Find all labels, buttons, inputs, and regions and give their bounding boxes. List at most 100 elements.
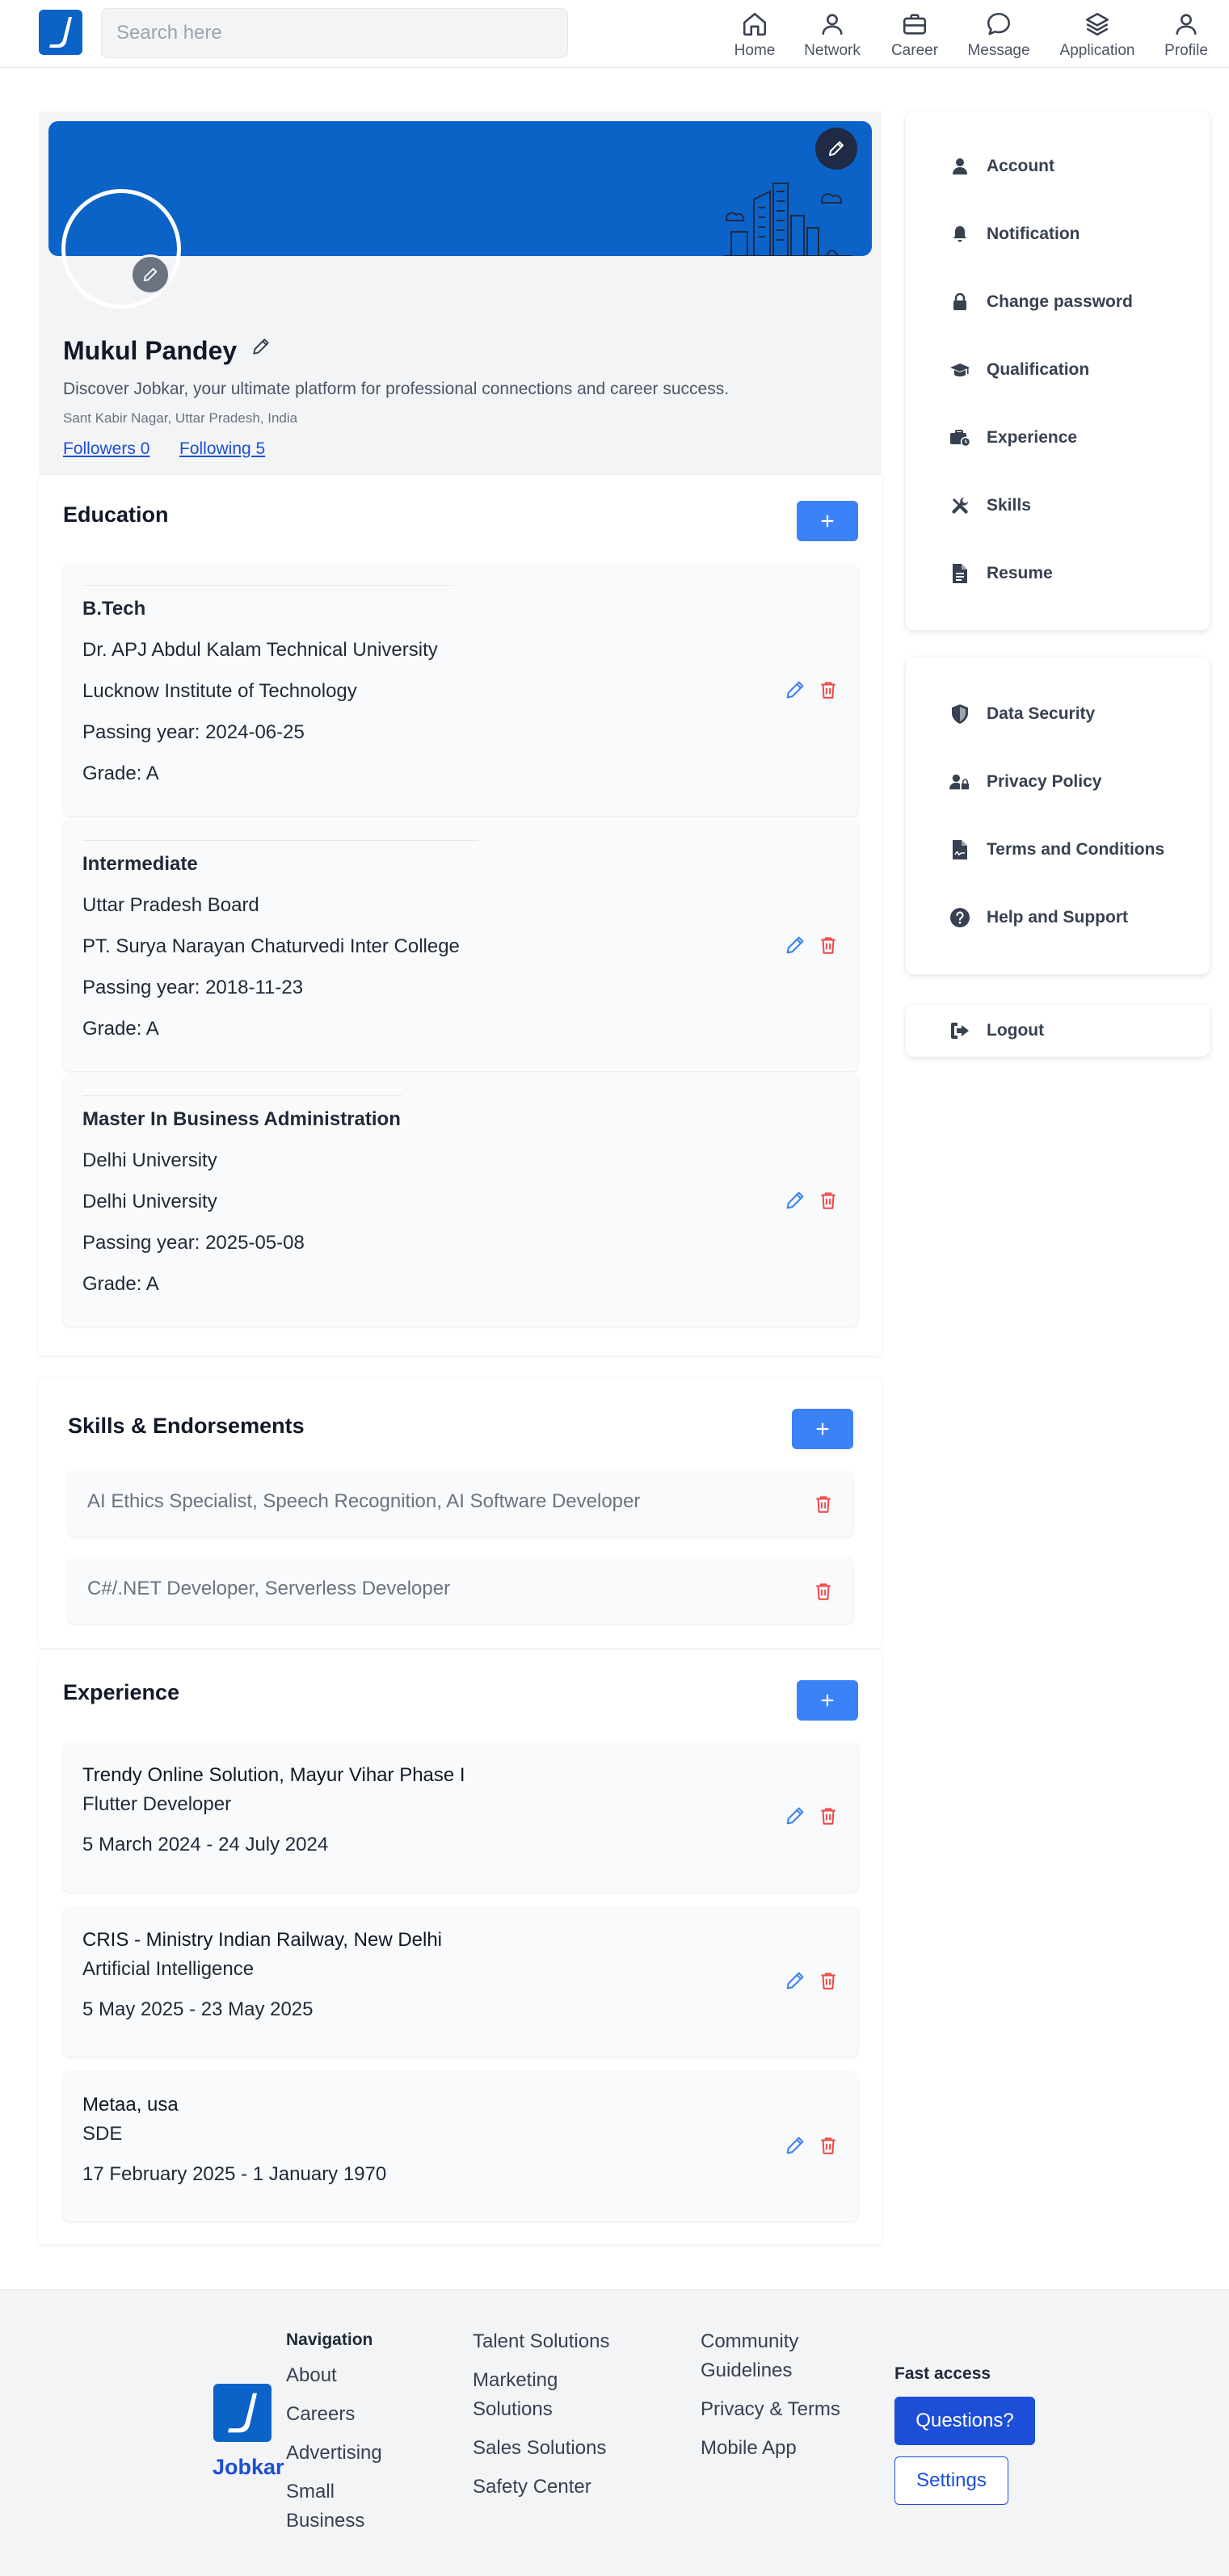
skill-text: C#/.NET Developer, Serverless Developer bbox=[87, 1578, 451, 1599]
jobkar-logo[interactable] bbox=[213, 2384, 271, 2442]
sidebar-item-help[interactable]: Help and Support bbox=[949, 903, 1128, 932]
city-illustration-icon bbox=[723, 167, 852, 256]
sidebar-item-resume[interactable]: Resume bbox=[949, 559, 1053, 588]
experience-item: Metaa, usa SDE 17 February 2025 - 1 Janu… bbox=[63, 2071, 858, 2221]
nav-message[interactable]: Message bbox=[965, 8, 1033, 60]
footer-link-privacy-terms[interactable]: Privacy & Terms bbox=[701, 2395, 840, 2424]
pencil-icon bbox=[786, 681, 804, 699]
sidebar-item-terms[interactable]: Terms and Conditions bbox=[949, 835, 1164, 864]
nav-profile[interactable]: Profile bbox=[1160, 8, 1212, 60]
sidebar-item-privacy-policy[interactable]: Privacy Policy bbox=[949, 767, 1101, 796]
trash-icon bbox=[816, 1583, 831, 1600]
footer-link-talent-solutions[interactable]: Talent Solutions bbox=[473, 2327, 609, 2356]
edit-experience-button[interactable] bbox=[784, 1805, 806, 1827]
cover-edit-button[interactable] bbox=[815, 128, 857, 170]
graduation-cap-icon bbox=[949, 359, 970, 380]
followers-link[interactable]: Followers 0 bbox=[63, 439, 149, 459]
edit-experience-button[interactable] bbox=[784, 2134, 806, 2157]
trash-icon bbox=[816, 1496, 831, 1513]
education-institute: PT. Surya Narayan Chaturvedi Inter Colle… bbox=[82, 935, 460, 957]
avatar-edit-button[interactable] bbox=[130, 254, 170, 295]
footer-link-advertising[interactable]: Advertising bbox=[286, 2439, 382, 2468]
following-link[interactable]: Following 5 bbox=[179, 439, 265, 459]
delete-education-button[interactable] bbox=[818, 679, 839, 701]
top-navbar: Home Network Career Message Application … bbox=[0, 0, 1229, 68]
delete-experience-button[interactable] bbox=[818, 1805, 839, 1827]
footer-nav-heading: Navigation bbox=[286, 2330, 373, 2349]
sidebar-item-skills[interactable]: Skills bbox=[949, 491, 1031, 520]
education-degree: Master In Business Administration bbox=[82, 1108, 401, 1130]
jobkar-logo[interactable] bbox=[39, 10, 82, 55]
sidebar-item-experience[interactable]: Experience bbox=[949, 423, 1077, 452]
delete-skill-button[interactable] bbox=[813, 1493, 834, 1515]
sidebar-item-label: Resume bbox=[987, 564, 1053, 582]
footer-link-community-guidelines[interactable]: Community Guidelines bbox=[701, 2327, 838, 2385]
settings-button[interactable]: Settings bbox=[894, 2456, 1008, 2505]
legal-menu: Data Security Privacy Policy Terms and C… bbox=[906, 658, 1210, 974]
user-icon bbox=[1170, 8, 1202, 40]
sidebar-item-account[interactable]: Account bbox=[949, 152, 1054, 181]
experience-dates: 5 May 2025 - 23 May 2025 bbox=[82, 1998, 314, 2020]
sidebar-item-change-password[interactable]: Change password bbox=[949, 288, 1133, 317]
questions-button[interactable]: Questions? bbox=[894, 2397, 1035, 2445]
experience-company: CRIS - Ministry Indian Railway, New Delh… bbox=[82, 1929, 443, 1951]
footer-link-marketing-solutions[interactable]: Marketing Solutions bbox=[473, 2366, 602, 2424]
experience-item: CRIS - Ministry Indian Railway, New Delh… bbox=[63, 1906, 858, 2057]
sidebar-item-data-security[interactable]: Data Security bbox=[949, 700, 1095, 729]
sidebar-item-label: Notification bbox=[987, 225, 1080, 243]
pencil-icon bbox=[786, 936, 804, 954]
plus-icon bbox=[821, 515, 834, 527]
footer-link-small-business[interactable]: Small Business bbox=[286, 2477, 399, 2536]
nav-home[interactable]: Home bbox=[730, 8, 779, 60]
experience-role: Artificial Intelligence bbox=[82, 1958, 255, 1980]
pencil-icon bbox=[829, 141, 844, 156]
sidebar-item-qualification[interactable]: Qualification bbox=[949, 355, 1089, 385]
file-signature-icon bbox=[949, 839, 970, 860]
footer-link-about[interactable]: About bbox=[286, 2361, 337, 2390]
footer-link-sales-solutions[interactable]: Sales Solutions bbox=[473, 2434, 606, 2463]
education-passing-year: Passing year: 2024-06-25 bbox=[82, 721, 305, 743]
logout-icon bbox=[949, 1020, 970, 1041]
footer-link-mobile-app[interactable]: Mobile App bbox=[701, 2434, 797, 2463]
education-institute: Lucknow Institute of Technology bbox=[82, 680, 357, 702]
sidebar-item-notification[interactable]: Notification bbox=[949, 220, 1080, 249]
experience-title: Experience bbox=[63, 1680, 180, 1704]
name-edit-button[interactable] bbox=[250, 336, 271, 357]
delete-experience-button[interactable] bbox=[818, 2134, 839, 2157]
sidebar-item-label: Terms and Conditions bbox=[987, 840, 1165, 859]
tools-icon bbox=[949, 495, 970, 516]
search-input[interactable] bbox=[101, 8, 568, 58]
add-education-button[interactable] bbox=[797, 501, 858, 541]
logout-button[interactable]: Logout bbox=[949, 1016, 1044, 1045]
profile-name: Mukul Pandey bbox=[63, 336, 238, 365]
nav-network[interactable]: Network bbox=[800, 8, 865, 60]
experience-company: Trendy Online Solution, Mayur Vihar Phas… bbox=[82, 1764, 465, 1786]
person-icon bbox=[816, 8, 848, 40]
nav-application[interactable]: Application bbox=[1055, 8, 1139, 60]
add-skill-button[interactable] bbox=[792, 1409, 853, 1449]
footer-link-safety-center[interactable]: Safety Center bbox=[473, 2473, 591, 2502]
add-experience-button[interactable] bbox=[797, 1680, 858, 1721]
plus-icon bbox=[816, 1422, 829, 1435]
delete-experience-button[interactable] bbox=[818, 1969, 839, 1992]
nav-career[interactable]: Career bbox=[886, 8, 944, 60]
delete-skill-button[interactable] bbox=[813, 1580, 834, 1603]
education-item: Master In Business Administration Delhi … bbox=[63, 1074, 858, 1326]
nav-label: Profile bbox=[1164, 42, 1208, 59]
footer-link-careers[interactable]: Careers bbox=[286, 2400, 355, 2429]
edit-experience-button[interactable] bbox=[784, 1969, 806, 1992]
education-grade: Grade: A bbox=[82, 1273, 159, 1295]
experience-section: Experience Trendy Online Solution, Mayur… bbox=[39, 1654, 882, 2244]
nav-label: Career bbox=[890, 42, 939, 59]
edit-education-button[interactable] bbox=[784, 934, 806, 956]
plus-icon bbox=[821, 1694, 834, 1707]
edit-education-button[interactable] bbox=[784, 1189, 806, 1212]
lock-icon bbox=[949, 292, 970, 313]
delete-education-button[interactable] bbox=[818, 934, 839, 956]
sidebar-item-label: Qualification bbox=[987, 360, 1090, 379]
avatar[interactable] bbox=[61, 189, 181, 309]
edit-education-button[interactable] bbox=[784, 679, 806, 701]
education-board: Dr. APJ Abdul Kalam Technical University bbox=[82, 639, 438, 661]
experience-role: Flutter Developer bbox=[82, 1793, 232, 1815]
delete-education-button[interactable] bbox=[818, 1189, 839, 1212]
